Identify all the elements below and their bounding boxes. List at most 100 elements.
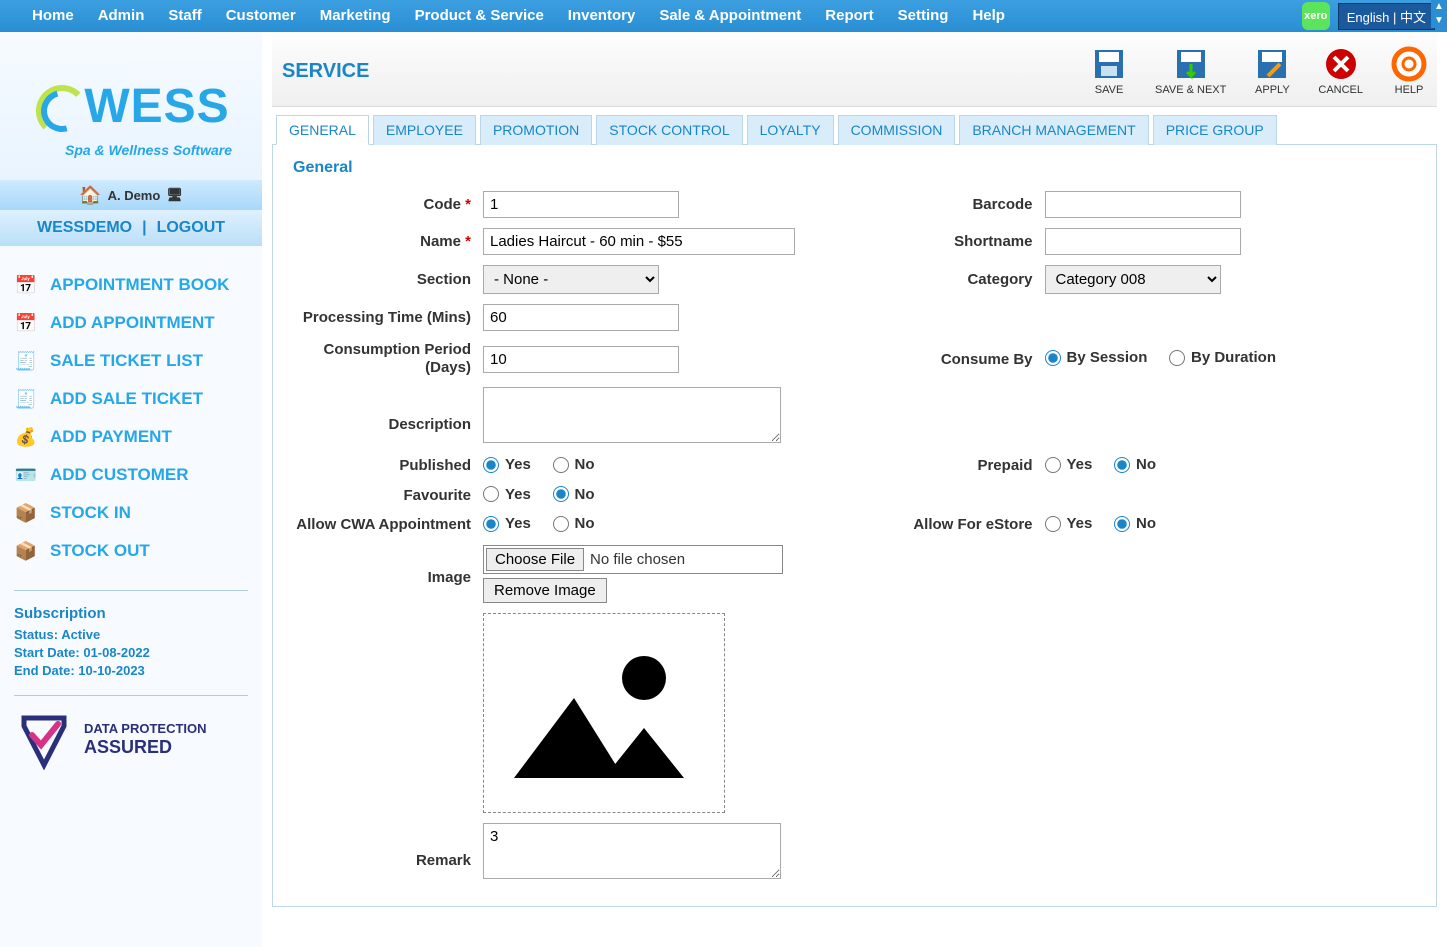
logout-link[interactable]: LOGOUT xyxy=(157,219,225,237)
choose-file-button[interactable]: Choose File xyxy=(486,548,584,571)
cancel-button[interactable]: CANCEL xyxy=(1318,46,1363,96)
auth-row: WESSDEMO | LOGOUT xyxy=(0,210,262,246)
radio-label: By Duration xyxy=(1191,349,1276,366)
barcode-input[interactable] xyxy=(1045,191,1241,218)
radio-label: Yes xyxy=(505,486,531,503)
processing-time-input[interactable] xyxy=(483,304,679,331)
remark-textarea[interactable] xyxy=(483,823,781,879)
allow-estore-no[interactable]: No xyxy=(1114,515,1156,532)
sidebar-item-appointment-book[interactable]: 📅APPOINTMENT BOOK xyxy=(14,266,248,304)
save-button[interactable]: SAVE xyxy=(1091,46,1127,96)
sidebar-item-sale-ticket-list[interactable]: 🧾SALE TICKET LIST xyxy=(14,342,248,380)
tab-stock-control[interactable]: STOCK CONTROL xyxy=(596,115,742,145)
nav-help[interactable]: Help xyxy=(960,0,1017,32)
page-header: SERVICE SAVE SAVE & NEXT APPLY CANCEL xyxy=(272,32,1437,107)
allow-cwa-no[interactable]: No xyxy=(553,515,595,532)
prepaid-no[interactable]: No xyxy=(1114,456,1156,473)
scroll-up-icon[interactable]: ▲ xyxy=(1431,0,1447,14)
consume-by-duration-radio[interactable] xyxy=(1169,350,1185,366)
favourite-yes-radio[interactable] xyxy=(483,486,499,502)
stock-in-icon: 📦 xyxy=(14,501,38,525)
toolbar-label: APPLY xyxy=(1255,84,1290,96)
consume-by-duration[interactable]: By Duration xyxy=(1169,349,1276,366)
favourite-yes[interactable]: Yes xyxy=(483,486,531,503)
allow-estore-label: Allow For eStore xyxy=(855,516,1045,533)
radio-label: No xyxy=(1136,456,1156,473)
published-no-radio[interactable] xyxy=(553,457,569,473)
tab-loyalty[interactable]: LOYALTY xyxy=(747,115,834,145)
published-no[interactable]: No xyxy=(553,456,595,473)
sidebar: WESS Spa & Wellness Software 🏠 A. Demo 🖥… xyxy=(0,32,262,947)
sidebar-item-add-customer[interactable]: 🪪ADD CUSTOMER xyxy=(14,456,248,494)
sidebar-item-add-appointment[interactable]: 📅ADD APPOINTMENT xyxy=(14,304,248,342)
logo: WESS Spa & Wellness Software xyxy=(0,32,262,180)
tab-commission[interactable]: COMMISSION xyxy=(838,115,956,145)
sidebar-item-stock-in[interactable]: 📦STOCK IN xyxy=(14,494,248,532)
separator: | xyxy=(142,219,146,237)
sidebar-item-label: STOCK OUT xyxy=(50,541,150,561)
cancel-icon xyxy=(1323,46,1359,82)
code-input[interactable] xyxy=(483,191,679,218)
category-select[interactable]: Category 008 xyxy=(1045,265,1221,294)
allow-estore-yes-radio[interactable] xyxy=(1045,516,1061,532)
section-label: Section xyxy=(293,271,483,288)
section-select[interactable]: - None - xyxy=(483,265,659,294)
radio-label: No xyxy=(575,515,595,532)
favourite-no[interactable]: No xyxy=(553,486,595,503)
scroll-down-icon[interactable]: ▼ xyxy=(1431,14,1447,28)
apply-button[interactable]: APPLY xyxy=(1254,46,1290,96)
allow-estore-yes[interactable]: Yes xyxy=(1045,515,1093,532)
sidebar-item-add-payment[interactable]: 💰ADD PAYMENT xyxy=(14,418,248,456)
nav-report[interactable]: Report xyxy=(813,0,885,32)
prepaid-yes[interactable]: Yes xyxy=(1045,456,1093,473)
allow-estore-no-radio[interactable] xyxy=(1114,516,1130,532)
remove-image-button[interactable]: Remove Image xyxy=(483,578,607,603)
sidebar-item-add-sale-ticket[interactable]: 🧾ADD SALE TICKET xyxy=(14,380,248,418)
nav-setting[interactable]: Setting xyxy=(886,0,961,32)
customer-icon: 🪪 xyxy=(14,463,38,487)
tab-general[interactable]: GENERAL xyxy=(276,115,369,145)
xero-badge[interactable]: xero xyxy=(1302,2,1330,30)
subscription-block: Subscription Status: Active Start Date: … xyxy=(14,590,248,696)
save-next-button[interactable]: SAVE & NEXT xyxy=(1155,46,1226,96)
nav-admin[interactable]: Admin xyxy=(86,0,157,32)
nav-sale[interactable]: Sale & Appointment xyxy=(647,0,813,32)
radio-label: Yes xyxy=(1067,515,1093,532)
radio-label: Yes xyxy=(505,456,531,473)
nav-marketing[interactable]: Marketing xyxy=(308,0,403,32)
published-yes[interactable]: Yes xyxy=(483,456,531,473)
tab-promotion[interactable]: PROMOTION xyxy=(480,115,592,145)
allow-cwa-yes-radio[interactable] xyxy=(483,516,499,532)
category-label: Category xyxy=(855,271,1045,288)
sidebar-item-stock-out[interactable]: 📦STOCK OUT xyxy=(14,532,248,570)
favourite-no-radio[interactable] xyxy=(553,486,569,502)
nav-home[interactable]: Home xyxy=(20,0,86,32)
allow-cwa-yes[interactable]: Yes xyxy=(483,515,531,532)
sidebar-item-label: ADD APPOINTMENT xyxy=(50,313,215,333)
tab-branch-management[interactable]: BRANCH MANAGEMENT xyxy=(959,115,1148,145)
description-textarea[interactable] xyxy=(483,387,781,443)
nav-staff[interactable]: Staff xyxy=(156,0,213,32)
consumption-period-input[interactable] xyxy=(483,346,679,373)
tab-employee[interactable]: EMPLOYEE xyxy=(373,115,476,145)
file-input[interactable]: Choose File No file chosen xyxy=(483,545,783,574)
toolbar-label: CANCEL xyxy=(1318,84,1363,96)
shortname-input[interactable] xyxy=(1045,228,1241,255)
consume-by-session[interactable]: By Session xyxy=(1045,349,1148,366)
prepaid-yes-radio[interactable] xyxy=(1045,457,1061,473)
fieldset-title: General xyxy=(293,159,1416,177)
nav-customer[interactable]: Customer xyxy=(214,0,308,32)
consume-by-session-radio[interactable] xyxy=(1045,350,1061,366)
language-switch[interactable]: English | 中文 xyxy=(1338,3,1435,30)
allow-cwa-no-radio[interactable] xyxy=(553,516,569,532)
radio-label: Yes xyxy=(1067,456,1093,473)
tab-price-group[interactable]: PRICE GROUP xyxy=(1153,115,1277,145)
nav-product[interactable]: Product & Service xyxy=(403,0,556,32)
prepaid-no-radio[interactable] xyxy=(1114,457,1130,473)
site-link[interactable]: WESSDEMO xyxy=(37,219,132,237)
published-yes-radio[interactable] xyxy=(483,457,499,473)
help-button[interactable]: HELP xyxy=(1391,46,1427,96)
logo-icon xyxy=(32,81,82,131)
name-input[interactable] xyxy=(483,228,795,255)
nav-inventory[interactable]: Inventory xyxy=(556,0,648,32)
